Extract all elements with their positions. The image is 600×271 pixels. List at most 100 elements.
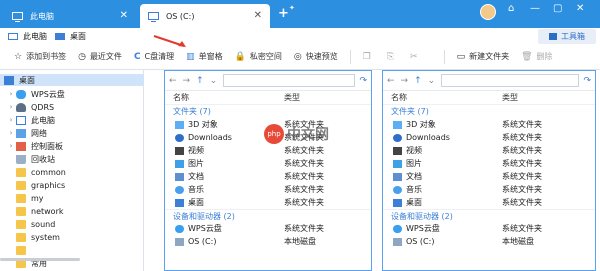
tab-this-pc[interactable]: 此电脑 ✕	[4, 4, 136, 28]
recent-files-button[interactable]: ◷ 最近文件	[78, 51, 122, 62]
file-row[interactable]: 视频 系统文件夹	[165, 144, 371, 157]
private-space-button[interactable]: 🔒 私密空间	[235, 51, 282, 62]
bookmark-button[interactable]: ☆ 添加到书签	[14, 51, 66, 62]
star-icon: ☆	[14, 51, 23, 62]
chevron-right-icon[interactable]: ›	[6, 129, 16, 137]
chevron-right-icon[interactable]: ›	[6, 116, 16, 124]
new-folder-button[interactable]: ▭ 新建文件夹	[457, 51, 510, 62]
column-type[interactable]: 类型	[498, 92, 518, 103]
close-window-icon[interactable]: ✕	[576, 3, 584, 14]
up-icon[interactable]: ↑	[414, 76, 422, 86]
new-tab-icon[interactable]: +	[278, 6, 289, 21]
file-row[interactable]: 图片 系统文件夹	[383, 157, 595, 170]
quick-preview-button[interactable]: ◎ 快速预览	[294, 51, 338, 62]
file-row[interactable]: Downloads 系统文件夹	[383, 131, 595, 144]
minimize-icon[interactable]: —	[530, 3, 540, 14]
sidebar-item-wps-cloud[interactable]: › WPS云盘	[6, 88, 65, 100]
close-tab-icon[interactable]: ✕	[120, 10, 128, 21]
file-row[interactable]: 音乐 系统文件夹	[165, 183, 371, 196]
dropdown-icon[interactable]: ⌄	[210, 76, 218, 86]
copy-button[interactable]: ❐	[363, 52, 375, 62]
php-logo: php	[264, 124, 284, 144]
chevron-right-icon[interactable]: ›	[6, 90, 16, 98]
forward-icon[interactable]: →	[183, 76, 191, 86]
group-header-folders[interactable]: 文件夹 (7)	[383, 105, 595, 118]
3d-objects-icon	[175, 120, 184, 129]
file-row[interactable]: 视频 系统文件夹	[383, 144, 595, 157]
group-header-drives[interactable]: 设备和驱动器 (2)	[165, 209, 371, 222]
sidebar-item-network-folder[interactable]: network	[16, 205, 64, 217]
close-tab-icon[interactable]: ✕	[254, 10, 262, 21]
group-header-folders[interactable]: 文件夹 (7)	[165, 105, 371, 118]
sidebar-item-desktop[interactable]: 桌面	[0, 74, 144, 86]
refresh-icon[interactable]: ↷	[359, 76, 367, 86]
dropdown-icon[interactable]: ⌄	[428, 76, 436, 86]
divider	[443, 49, 445, 64]
back-icon[interactable]: ←	[169, 76, 177, 86]
file-row[interactable]: 图片 系统文件夹	[165, 157, 371, 170]
address-bar[interactable]	[223, 74, 356, 87]
file-row[interactable]: OS (C:) 本地磁盘	[383, 235, 595, 248]
file-row[interactable]: OS (C:) 本地磁盘	[165, 235, 371, 248]
cut-button[interactable]: ✂	[410, 52, 422, 62]
watermark-text: 中文网	[287, 127, 329, 143]
file-row[interactable]: 桌面 系统文件夹	[383, 196, 595, 209]
forward-icon[interactable]: →	[401, 76, 409, 86]
column-type[interactable]: 类型	[280, 92, 300, 103]
tab-os-c[interactable]: OS (C:) ✕	[140, 4, 270, 28]
sidebar-item-graphics[interactable]: graphics	[16, 179, 65, 191]
group-header-drives[interactable]: 设备和驱动器 (2)	[383, 209, 595, 222]
file-row[interactable]: 桌面 系统文件夹	[165, 196, 371, 209]
back-icon[interactable]: ←	[387, 76, 395, 86]
file-type: 系统文件夹	[284, 224, 324, 233]
paste-button[interactable]: ⎘	[387, 52, 398, 62]
sidebar-item-unnamed[interactable]	[16, 244, 31, 256]
file-row[interactable]: WPS云盘 系统文件夹	[165, 222, 371, 235]
sidebar-item-label: QDRS	[31, 102, 55, 112]
file-type: 系统文件夹	[284, 159, 324, 168]
file-row[interactable]: 文档 系统文件夹	[383, 170, 595, 183]
avatar[interactable]	[480, 4, 496, 20]
file-type: 系统文件夹	[502, 133, 542, 142]
clock-icon: ◷	[78, 51, 86, 62]
file-pane-left: ← → ↑ ⌄ ↷ 名称 类型 文件夹 (7) 3D 对象 系统文件夹 Downl…	[164, 70, 372, 271]
file-row[interactable]: 3D 对象 系统文件夹	[383, 118, 595, 131]
chevron-right-icon[interactable]: ›	[6, 142, 16, 150]
address-bar[interactable]	[441, 74, 580, 87]
column-name[interactable]: 名称	[383, 92, 498, 103]
shirt-icon[interactable]: ⌂	[508, 3, 514, 14]
recent-files-label: 最近文件	[89, 52, 122, 61]
restore-icon[interactable]: ▢	[553, 3, 562, 14]
file-row[interactable]: WPS云盘 系统文件夹	[383, 222, 595, 235]
chevron-right-icon[interactable]: ›	[6, 103, 16, 111]
sidebar-item-this-pc[interactable]: › 此电脑	[6, 114, 55, 126]
file-name: 视频	[188, 146, 204, 155]
column-name[interactable]: 名称	[165, 92, 280, 103]
sidebar-item-system[interactable]: system	[16, 231, 60, 243]
sidebar-item-common[interactable]: common	[16, 166, 66, 178]
new-folder-label: 新建文件夹	[469, 52, 510, 61]
delete-button[interactable]: 🗑 删除	[521, 51, 552, 62]
tab-label: OS (C:)	[166, 11, 195, 21]
quick-access-bar: 此电脑 桌面 工具箱	[0, 28, 600, 44]
sidebar-item-label: 此电脑	[31, 115, 55, 125]
file-row[interactable]: 文档 系统文件夹	[165, 170, 371, 183]
up-icon[interactable]: ↑	[196, 76, 204, 86]
quick-access-this-pc[interactable]: 此电脑	[8, 31, 47, 42]
sidebar-item-control-panel[interactable]: › 控制面板	[6, 140, 63, 152]
file-row[interactable]: 音乐 系统文件夹	[383, 183, 595, 196]
file-name: 3D 对象	[406, 120, 436, 129]
sidebar-item-recycle-bin[interactable]: 回收站	[16, 153, 55, 165]
sidebar-item-network[interactable]: › 网络	[6, 127, 47, 139]
horizontal-scrollbar[interactable]	[0, 258, 80, 261]
quick-access-desktop[interactable]: 桌面	[55, 31, 86, 42]
single-pane-button[interactable]: ▥ 单窗格	[186, 51, 223, 62]
toolbox-button[interactable]: 工具箱	[538, 29, 596, 44]
sidebar-item-qdrs[interactable]: › QDRS	[6, 101, 54, 113]
c-drive-cleanup-button[interactable]: C C盘清理	[134, 51, 174, 62]
file-name: WPS云盘	[406, 224, 440, 233]
sidebar-item-sound[interactable]: sound	[16, 218, 55, 230]
sidebar-item-my[interactable]: my	[16, 192, 44, 204]
refresh-icon[interactable]: ↷	[583, 76, 591, 86]
sparkle-icon[interactable]: ✦	[289, 4, 295, 12]
